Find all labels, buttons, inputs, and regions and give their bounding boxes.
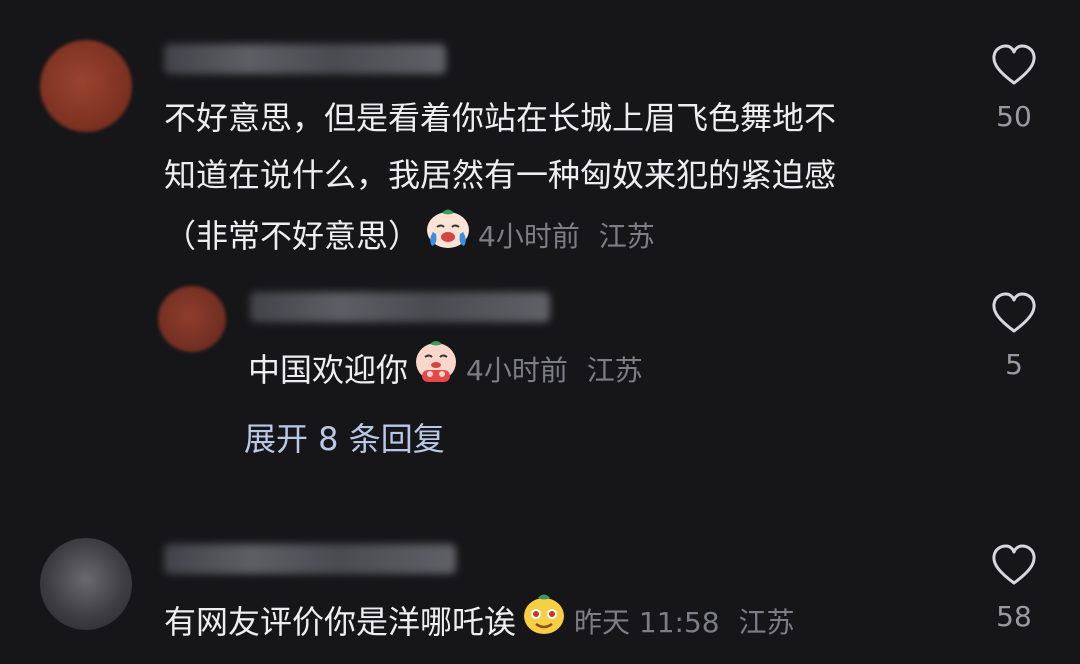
heart-icon <box>992 44 1036 85</box>
like-count: 50 <box>996 100 1032 133</box>
comment-meta: 昨天 11:58 江苏 <box>574 594 805 651</box>
yellow-face-emoji <box>520 590 568 654</box>
bowing-face-emoji <box>412 338 460 402</box>
comment-location: 江苏 <box>586 353 643 387</box>
comment-time: 昨天 11:58 <box>574 605 720 639</box>
avatar[interactable] <box>158 286 226 352</box>
reply-text-row: 中国欢迎你 4小时前 江苏 <box>248 338 653 402</box>
comment-time: 4小时前 <box>466 353 568 387</box>
heart-icon <box>992 292 1036 333</box>
comment-text: 中国欢迎你 <box>248 350 409 389</box>
username-blurred[interactable] <box>164 44 446 74</box>
heart-icon <box>992 544 1036 585</box>
comment-text: 有网友评价你是洋哪吒诶 <box>164 602 517 641</box>
comment-meta: 4小时前 江苏 <box>478 208 665 265</box>
comment-line: （非常不好意思） <box>164 216 421 255</box>
username-blurred[interactable] <box>250 292 550 322</box>
username-blurred[interactable] <box>164 544 456 574</box>
expand-replies-button[interactable]: 展开 8 条回复 <box>244 414 445 460</box>
comment-line-with-meta: （非常不好意思） 4小时前 江苏 <box>164 204 836 268</box>
like-button[interactable]: 5 <box>974 292 1054 381</box>
avatar[interactable] <box>40 538 132 630</box>
comment-meta: 4小时前 江苏 <box>466 342 653 399</box>
comment-line: 知道在说什么，我居然有一种匈奴来犯的紧迫感 <box>164 156 837 194</box>
like-button[interactable]: 58 <box>974 544 1054 633</box>
comment-text: 不好意思，但是看着你站在长城上眉飞色舞地不 知道在说什么，我居然有一种匈奴来犯的… <box>164 90 836 268</box>
comment-location: 江苏 <box>738 605 795 639</box>
like-count: 58 <box>996 600 1032 633</box>
comment-time: 4小时前 <box>478 219 580 253</box>
like-count: 5 <box>1005 348 1023 381</box>
comment-text-row: 有网友评价你是洋哪吒诶 昨天 11:58 江苏 <box>164 590 805 654</box>
comment-location: 江苏 <box>598 219 655 253</box>
comment-line: 不好意思，但是看着你站在长城上眉飞色舞地不 <box>164 99 837 137</box>
avatar[interactable] <box>40 40 132 132</box>
crying-face-emoji <box>424 204 472 268</box>
like-button[interactable]: 50 <box>974 44 1054 133</box>
